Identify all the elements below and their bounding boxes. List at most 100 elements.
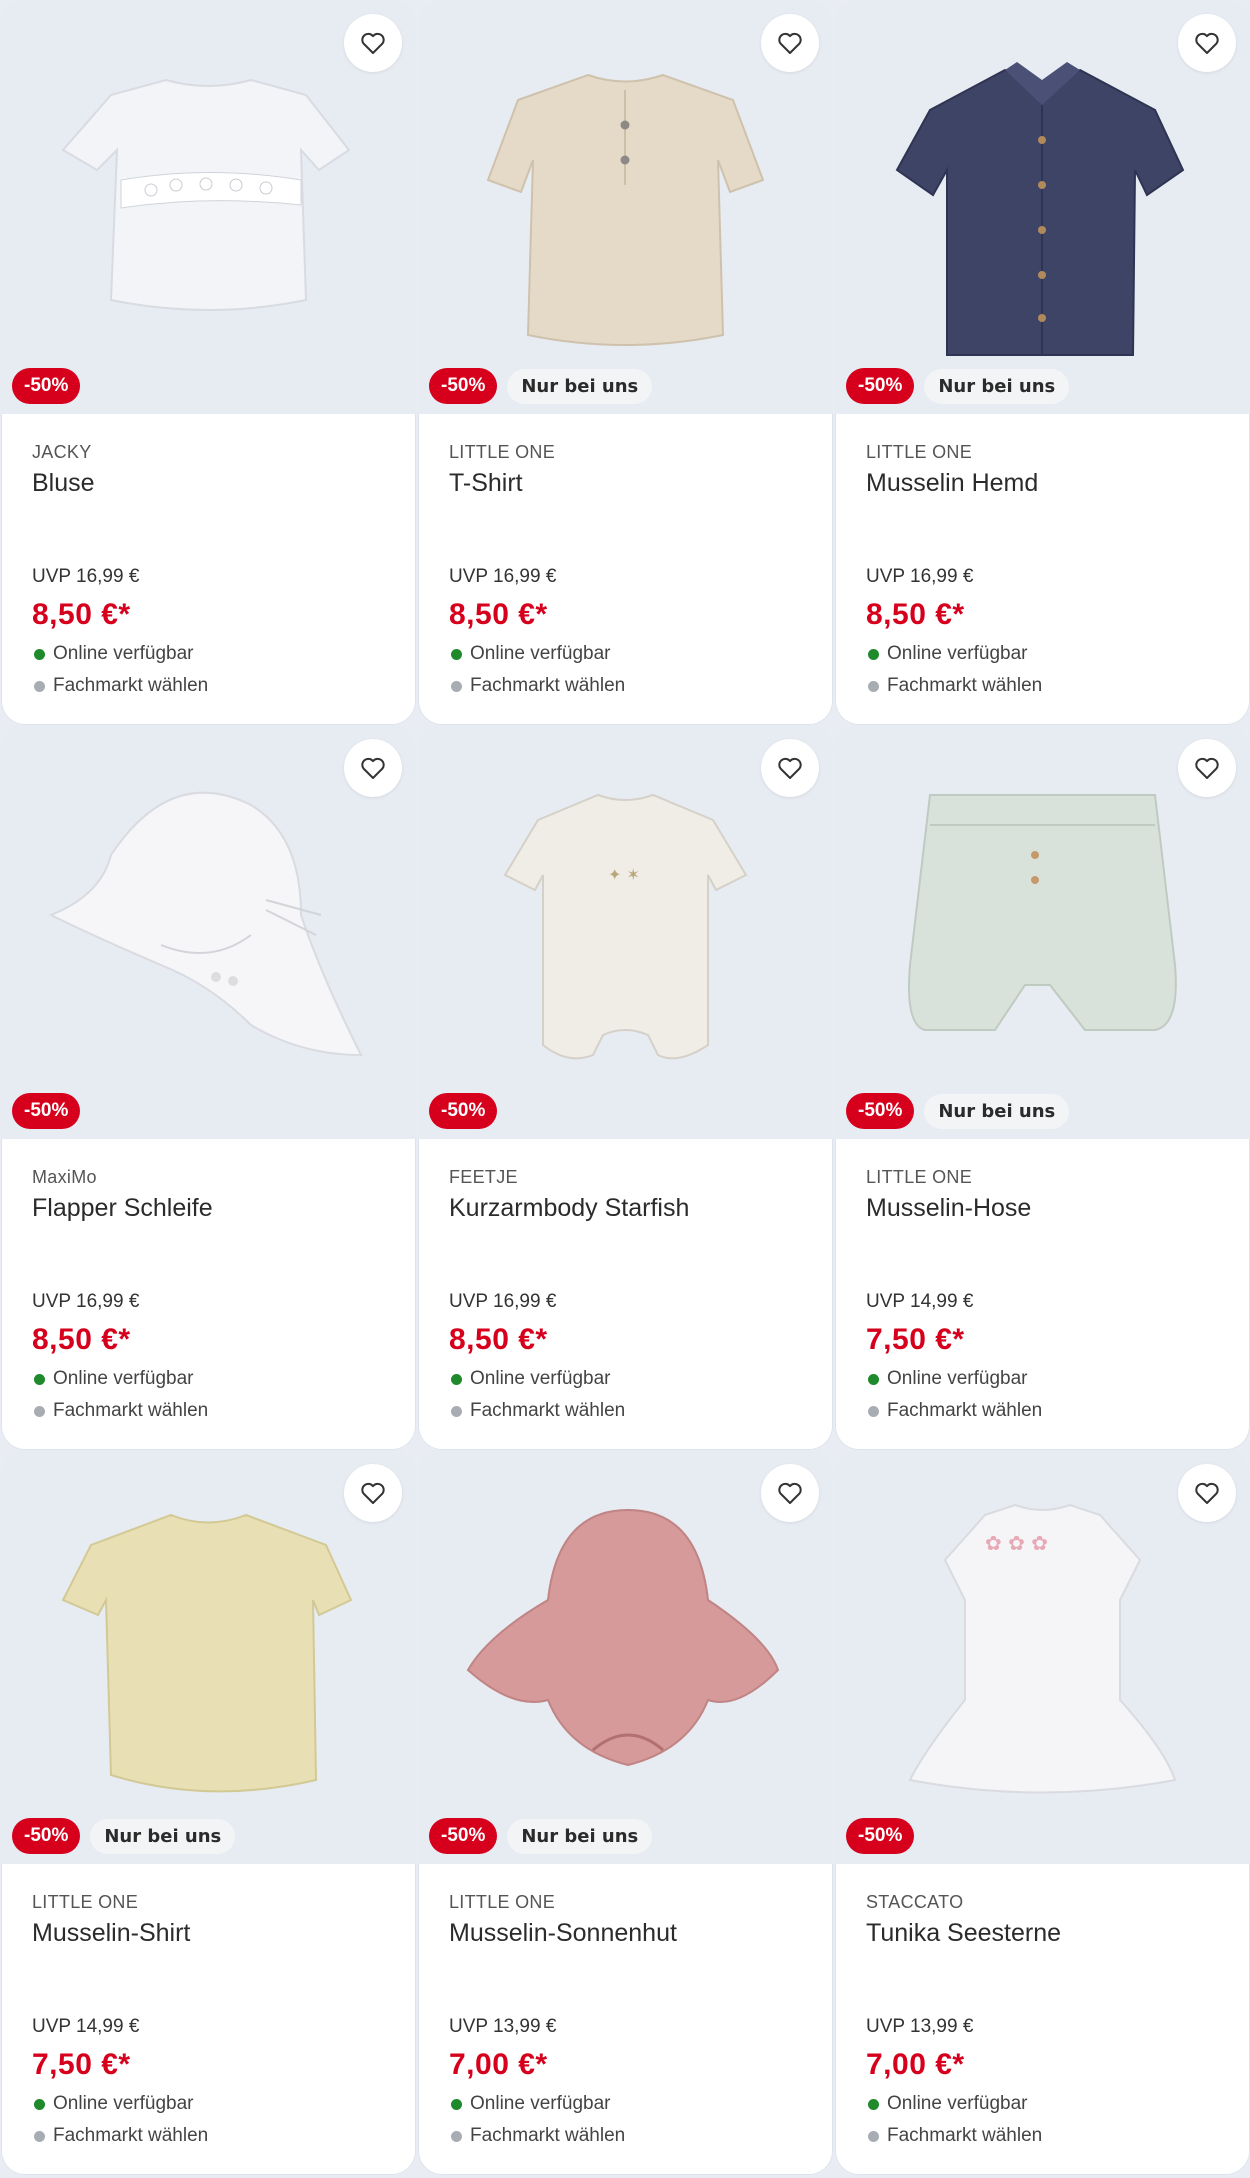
product-image[interactable]: ✦ ✶ -50% <box>418 725 833 1139</box>
product-brand: FEETJE <box>449 1167 518 1187</box>
choose-store-link[interactable]: Fachmarkt wählen <box>34 1400 208 1422</box>
sale-price: 8,50 €* <box>449 1323 548 1356</box>
heart-icon <box>1195 32 1219 54</box>
online-availability: Online verfügbar <box>868 643 1027 665</box>
wishlist-button[interactable] <box>761 739 819 797</box>
uvp-price: UVP 16,99 € <box>866 566 974 587</box>
store-dot-icon <box>34 2130 45 2142</box>
uvp-price: UVP 14,99 € <box>866 1291 974 1312</box>
uvp-price: UVP 14,99 € <box>32 2016 140 2037</box>
sale-price: 7,00 €* <box>449 2048 548 2081</box>
product-card[interactable]: -50% Nur bei uns LITTLE ONE Musselin-Son… <box>418 1450 833 2175</box>
choose-store-link[interactable]: Fachmarkt wählen <box>34 2125 208 2147</box>
wishlist-button[interactable] <box>344 14 402 72</box>
product-image[interactable]: -50% Nur bei uns <box>1 1450 416 1864</box>
product-image[interactable]: -50% Nur bei uns <box>418 1450 833 1864</box>
discount-badge: -50% <box>12 1093 81 1129</box>
wishlist-button[interactable] <box>1178 14 1236 72</box>
choose-store-link[interactable]: Fachmarkt wählen <box>451 675 625 697</box>
product-image[interactable]: -50% Nur bei uns <box>835 725 1250 1139</box>
online-availability: Online verfügbar <box>34 2093 193 2115</box>
product-card[interactable]: -50% Nur bei uns LITTLE ONE T-Shirt UVP … <box>418 0 833 725</box>
product-image[interactable]: ✿ ✿ ✿ -50% <box>835 1450 1250 1864</box>
svg-text:✦ ✶: ✦ ✶ <box>608 865 640 884</box>
product-card[interactable]: -50% JACKY Bluse UVP 16,99 € 8,50 €* Onl… <box>1 0 416 725</box>
discount-badge: -50% <box>846 1093 915 1129</box>
product-card[interactable]: -50% Nur bei uns LITTLE ONE Musselin-Hos… <box>835 725 1250 1450</box>
product-card[interactable]: ✦ ✶ -50% FEETJE Kurzarmbody Starfish UVP… <box>418 725 833 1450</box>
uvp-price: UVP 13,99 € <box>866 2016 974 2037</box>
product-image[interactable]: -50% <box>1 725 416 1139</box>
online-availability: Online verfügbar <box>451 1368 610 1390</box>
wishlist-button[interactable] <box>761 1464 819 1522</box>
online-dot-icon <box>868 2098 879 2110</box>
product-name[interactable]: Musselin-Hose <box>866 1194 1219 1223</box>
store-dot-icon <box>34 1405 45 1417</box>
product-image[interactable]: -50% <box>1 0 416 414</box>
product-name[interactable]: Tunika Seesterne <box>866 1919 1219 1948</box>
online-dot-icon <box>868 1373 879 1385</box>
choose-store-link[interactable]: Fachmarkt wählen <box>451 1400 625 1422</box>
discount-badge: -50% <box>429 368 498 404</box>
sale-price: 8,50 €* <box>449 598 548 631</box>
product-name[interactable]: Musselin-Sonnenhut <box>449 1919 802 1948</box>
wishlist-button[interactable] <box>761 14 819 72</box>
choose-store-link[interactable]: Fachmarkt wählen <box>868 675 1042 697</box>
product-name[interactable]: Bluse <box>32 469 385 498</box>
product-name[interactable]: Flapper Schleife <box>32 1194 385 1223</box>
online-dot-icon <box>868 648 879 660</box>
product-image[interactable]: -50% Nur bei uns <box>418 0 833 414</box>
discount-badge: -50% <box>12 368 81 404</box>
wishlist-button[interactable] <box>344 1464 402 1522</box>
wishlist-button[interactable] <box>344 739 402 797</box>
product-brand: LITTLE ONE <box>449 442 556 462</box>
product-name[interactable]: Musselin-Shirt <box>32 1919 385 1948</box>
discount-badge: -50% <box>429 1093 498 1129</box>
sale-price: 7,50 €* <box>32 2048 131 2081</box>
product-brand: STACCATO <box>866 1892 964 1912</box>
choose-store-link[interactable]: Fachmarkt wählen <box>34 675 208 697</box>
online-availability: Online verfügbar <box>451 643 610 665</box>
store-dot-icon <box>868 680 879 692</box>
online-dot-icon <box>451 1373 462 1385</box>
online-dot-icon <box>34 1373 45 1385</box>
store-dot-icon <box>868 1405 879 1417</box>
exclusive-badge: Nur bei uns <box>507 1818 653 1854</box>
choose-store-link[interactable]: Fachmarkt wählen <box>451 2125 625 2147</box>
product-card[interactable]: -50% MaxiMo Flapper Schleife UVP 16,99 €… <box>1 725 416 1450</box>
product-name[interactable]: Musselin Hemd <box>866 469 1219 498</box>
sale-price: 8,50 €* <box>32 598 131 631</box>
online-availability: Online verfügbar <box>451 2093 610 2115</box>
online-dot-icon <box>451 648 462 660</box>
product-card[interactable]: ✿ ✿ ✿ -50% STACCATO Tunika Seesterne UVP… <box>835 1450 1250 2175</box>
heart-icon <box>361 32 385 54</box>
product-brand: JACKY <box>32 442 92 462</box>
exclusive-badge: Nur bei uns <box>507 368 653 404</box>
product-name[interactable]: T-Shirt <box>449 469 802 498</box>
heart-icon <box>778 32 802 54</box>
product-brand: LITTLE ONE <box>32 1892 139 1912</box>
wishlist-button[interactable] <box>1178 739 1236 797</box>
product-brand: LITTLE ONE <box>449 1892 556 1912</box>
uvp-price: UVP 16,99 € <box>32 1291 140 1312</box>
online-dot-icon <box>451 2098 462 2110</box>
exclusive-badge: Nur bei uns <box>924 1093 1070 1129</box>
heart-icon <box>1195 1482 1219 1504</box>
product-image[interactable]: -50% Nur bei uns <box>835 0 1250 414</box>
store-dot-icon <box>451 2130 462 2142</box>
wishlist-button[interactable] <box>1178 1464 1236 1522</box>
choose-store-link[interactable]: Fachmarkt wählen <box>868 2125 1042 2147</box>
choose-store-link[interactable]: Fachmarkt wählen <box>868 1400 1042 1422</box>
online-availability: Online verfügbar <box>34 1368 193 1390</box>
exclusive-badge: Nur bei uns <box>924 368 1070 404</box>
product-card[interactable]: -50% Nur bei uns LITTLE ONE Musselin-Shi… <box>1 1450 416 2175</box>
svg-text:✿ ✿ ✿: ✿ ✿ ✿ <box>985 1531 1048 1555</box>
sale-price: 7,50 €* <box>866 1323 965 1356</box>
online-availability: Online verfügbar <box>34 643 193 665</box>
online-dot-icon <box>34 648 45 660</box>
product-card[interactable]: -50% Nur bei uns LITTLE ONE Musselin Hem… <box>835 0 1250 725</box>
heart-icon <box>1195 757 1219 779</box>
product-name[interactable]: Kurzarmbody Starfish <box>449 1194 802 1223</box>
store-dot-icon <box>868 2130 879 2142</box>
sale-price: 8,50 €* <box>32 1323 131 1356</box>
